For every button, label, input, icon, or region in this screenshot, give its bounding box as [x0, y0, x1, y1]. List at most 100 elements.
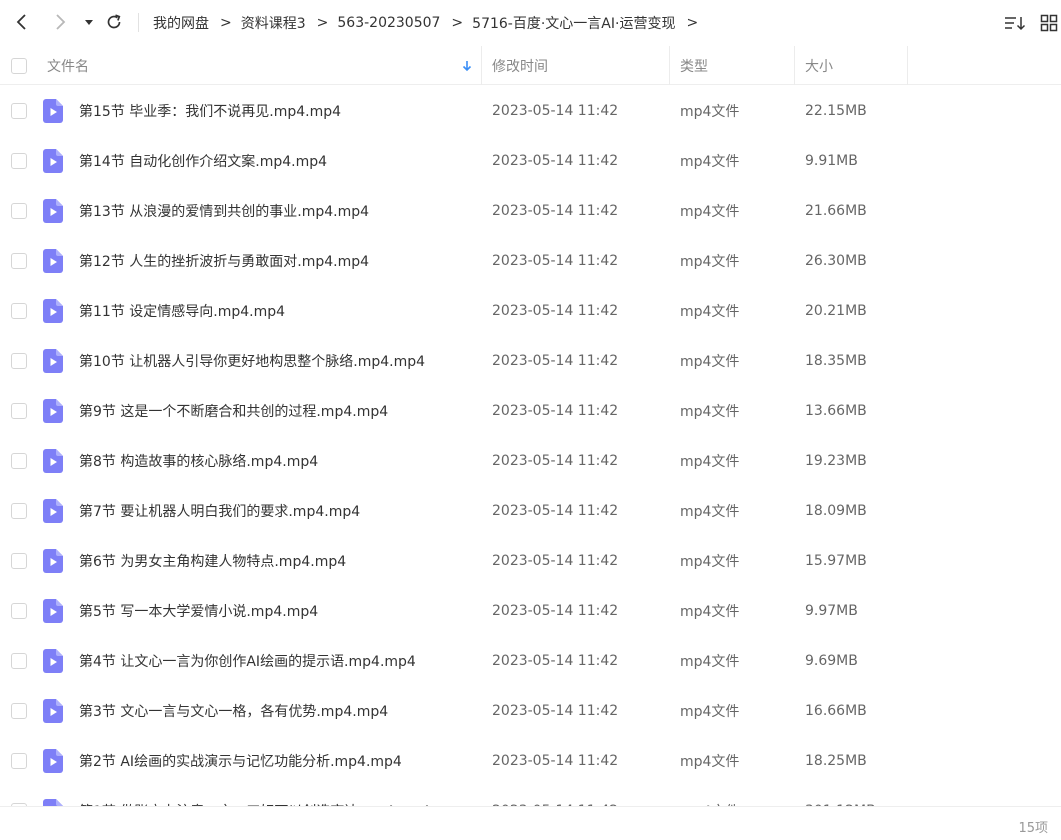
column-header-type[interactable]: 类型 [680, 46, 708, 85]
file-name: 第10节 让机器人引导你更好地构思整个脉络.mp4.mp4 [79, 354, 426, 370]
row-checkbox[interactable] [11, 103, 27, 119]
column-header-name[interactable]: 文件名 [47, 46, 89, 85]
row-checkbox[interactable] [11, 253, 27, 269]
file-size: 18.35MB [805, 353, 867, 369]
video-file-icon [43, 699, 63, 723]
file-name: 第2节 AI绘画的实战演示与记忆功能分析.mp4.mp4 [79, 754, 402, 770]
row-checkbox[interactable] [11, 703, 27, 719]
row-checkbox[interactable] [11, 303, 27, 319]
file-type: mp4文件 [680, 104, 740, 120]
table-row[interactable]: 第5节 写一本大学爱情小说.mp4.mp4 2023-05-14 11:42 m… [0, 586, 1061, 636]
file-size: 18.25MB [805, 753, 867, 769]
file-name: 第4节 让文心一言为你创作AI绘画的提示语.mp4.mp4 [79, 654, 416, 670]
sort-icon[interactable] [1004, 12, 1026, 34]
file-type: mp4文件 [680, 254, 740, 270]
dropdown-caret-icon[interactable] [77, 10, 101, 34]
refresh-icon[interactable] [102, 10, 126, 34]
table-row[interactable]: 第11节 设定情感导向.mp4.mp4 2023-05-14 11:42 mp4… [0, 286, 1061, 336]
column-divider [794, 46, 795, 85]
video-file-icon [43, 799, 63, 806]
file-type: mp4文件 [680, 354, 740, 370]
table-row[interactable]: 第1节 做账户力注意一言一工好可以创造商达.mp4.mp4 2023-05-14… [0, 786, 1061, 806]
file-modified: 2023-05-14 11:42 [492, 703, 619, 719]
file-size: 26.30MB [805, 253, 867, 269]
column-header-size[interactable]: 大小 [805, 46, 833, 85]
row-checkbox[interactable] [11, 453, 27, 469]
table-row[interactable]: 第7节 要让机器人明白我们的要求.mp4.mp4 2023-05-14 11:4… [0, 486, 1061, 536]
file-size: 13.66MB [805, 403, 867, 419]
row-checkbox[interactable] [11, 503, 27, 519]
video-file-icon [43, 99, 63, 123]
video-file-icon [43, 249, 63, 273]
table-row[interactable]: 第8节 构造故事的核心脉络.mp4.mp4 2023-05-14 11:42 m… [0, 436, 1061, 486]
table-row[interactable]: 第13节 从浪漫的爱情到共创的事业.mp4.mp4 2023-05-14 11:… [0, 186, 1061, 236]
table-row[interactable]: 第10节 让机器人引导你更好地构思整个脉络.mp4.mp4 2023-05-14… [0, 336, 1061, 386]
video-file-icon [43, 349, 63, 373]
file-type: mp4文件 [680, 154, 740, 170]
file-modified: 2023-05-14 11:42 [492, 753, 619, 769]
video-file-icon [43, 449, 63, 473]
column-header-modified[interactable]: 修改时间 [492, 46, 548, 85]
file-size: 9.97MB [805, 603, 858, 619]
file-size: 9.69MB [805, 653, 858, 669]
breadcrumb-item-batch[interactable]: 563-20230507 [337, 15, 440, 31]
table-row[interactable]: 第12节 人生的挫折波折与勇敢面对.mp4.mp4 2023-05-14 11:… [0, 236, 1061, 286]
table-row[interactable]: 第9节 这是一个不断磨合和共创的过程.mp4.mp4 2023-05-14 11… [0, 386, 1061, 436]
column-divider [669, 46, 670, 85]
file-type: mp4文件 [680, 404, 740, 420]
file-modified: 2023-05-14 11:42 [492, 553, 619, 569]
file-modified: 2023-05-14 11:42 [492, 103, 619, 119]
file-modified: 2023-05-14 11:42 [492, 153, 619, 169]
file-size: 301.12MB [805, 786, 876, 806]
file-type: mp4文件 [680, 554, 740, 570]
file-modified: 2023-05-14 11:42 [492, 353, 619, 369]
row-checkbox[interactable] [11, 153, 27, 169]
breadcrumb-separator: > [220, 14, 232, 31]
file-modified: 2023-05-14 11:42 [492, 203, 619, 219]
file-name: 第14节 自动化创作介绍文案.mp4.mp4 [79, 154, 328, 170]
table-row[interactable]: 第4节 让文心一言为你创作AI绘画的提示语.mp4.mp4 2023-05-14… [0, 636, 1061, 686]
video-file-icon [43, 749, 63, 773]
file-list-header: 文件名 修改时间 类型 大小 [0, 46, 1061, 85]
row-checkbox[interactable] [11, 353, 27, 369]
video-file-icon [43, 649, 63, 673]
file-type: mp4文件 [680, 304, 740, 320]
row-checkbox[interactable] [11, 603, 27, 619]
file-type: mp4文件 [680, 654, 740, 670]
breadcrumb-item-current[interactable]: 5716-百度·文心一言AI·运营变现 [472, 13, 675, 33]
breadcrumb-item-root[interactable]: 我的网盘 [153, 13, 209, 33]
item-count: 15项 [1018, 821, 1048, 836]
table-row[interactable]: 第2节 AI绘画的实战演示与记忆功能分析.mp4.mp4 2023-05-14 … [0, 736, 1061, 786]
row-checkbox[interactable] [11, 753, 27, 769]
row-checkbox[interactable] [11, 553, 27, 569]
grid-view-icon[interactable] [1038, 12, 1060, 34]
file-type: mp4文件 [680, 786, 739, 806]
video-file-icon [43, 549, 63, 573]
table-row[interactable]: 第14节 自动化创作介绍文案.mp4.mp4 2023-05-14 11:42 … [0, 136, 1061, 186]
column-divider [907, 46, 908, 85]
row-checkbox[interactable] [11, 653, 27, 669]
file-modified: 2023-05-14 11:42 [492, 253, 619, 269]
file-name: 第1节 做账户力注意一言一工好可以创造商达.mp4.mp4 [79, 786, 430, 806]
table-row[interactable]: 第15节 毕业季：我们不说再见.mp4.mp4 2023-05-14 11:42… [0, 86, 1061, 136]
row-checkbox[interactable] [11, 203, 27, 219]
forward-arrow-icon[interactable] [48, 10, 72, 34]
back-arrow-icon[interactable] [10, 10, 34, 34]
row-checkbox[interactable] [11, 403, 27, 419]
file-size: 18.09MB [805, 503, 867, 519]
file-type: mp4文件 [680, 604, 740, 620]
file-name: 第8节 构造故事的核心脉络.mp4.mp4 [79, 454, 319, 470]
breadcrumb-item-course[interactable]: 资料课程3 [241, 13, 306, 33]
table-row[interactable]: 第3节 文心一言与文心一格，各有优势.mp4.mp4 2023-05-14 11… [0, 686, 1061, 736]
file-modified: 2023-05-14 11:42 [492, 403, 619, 419]
column-divider [481, 46, 482, 85]
file-size: 21.66MB [805, 203, 867, 219]
file-name: 第3节 文心一言与文心一格，各有优势.mp4.mp4 [79, 704, 389, 720]
toolbar: 我的网盘 > 资料课程3 > 563-20230507 > 5716-百度·文心… [0, 0, 1061, 45]
file-type: mp4文件 [680, 454, 740, 470]
select-all-checkbox[interactable] [11, 58, 27, 74]
table-row[interactable]: 第6节 为男女主角构建人物特点.mp4.mp4 2023-05-14 11:42… [0, 536, 1061, 586]
video-file-icon [43, 149, 63, 173]
file-size: 9.91MB [805, 153, 858, 169]
file-modified: 2023-05-14 11:42 [492, 786, 618, 806]
